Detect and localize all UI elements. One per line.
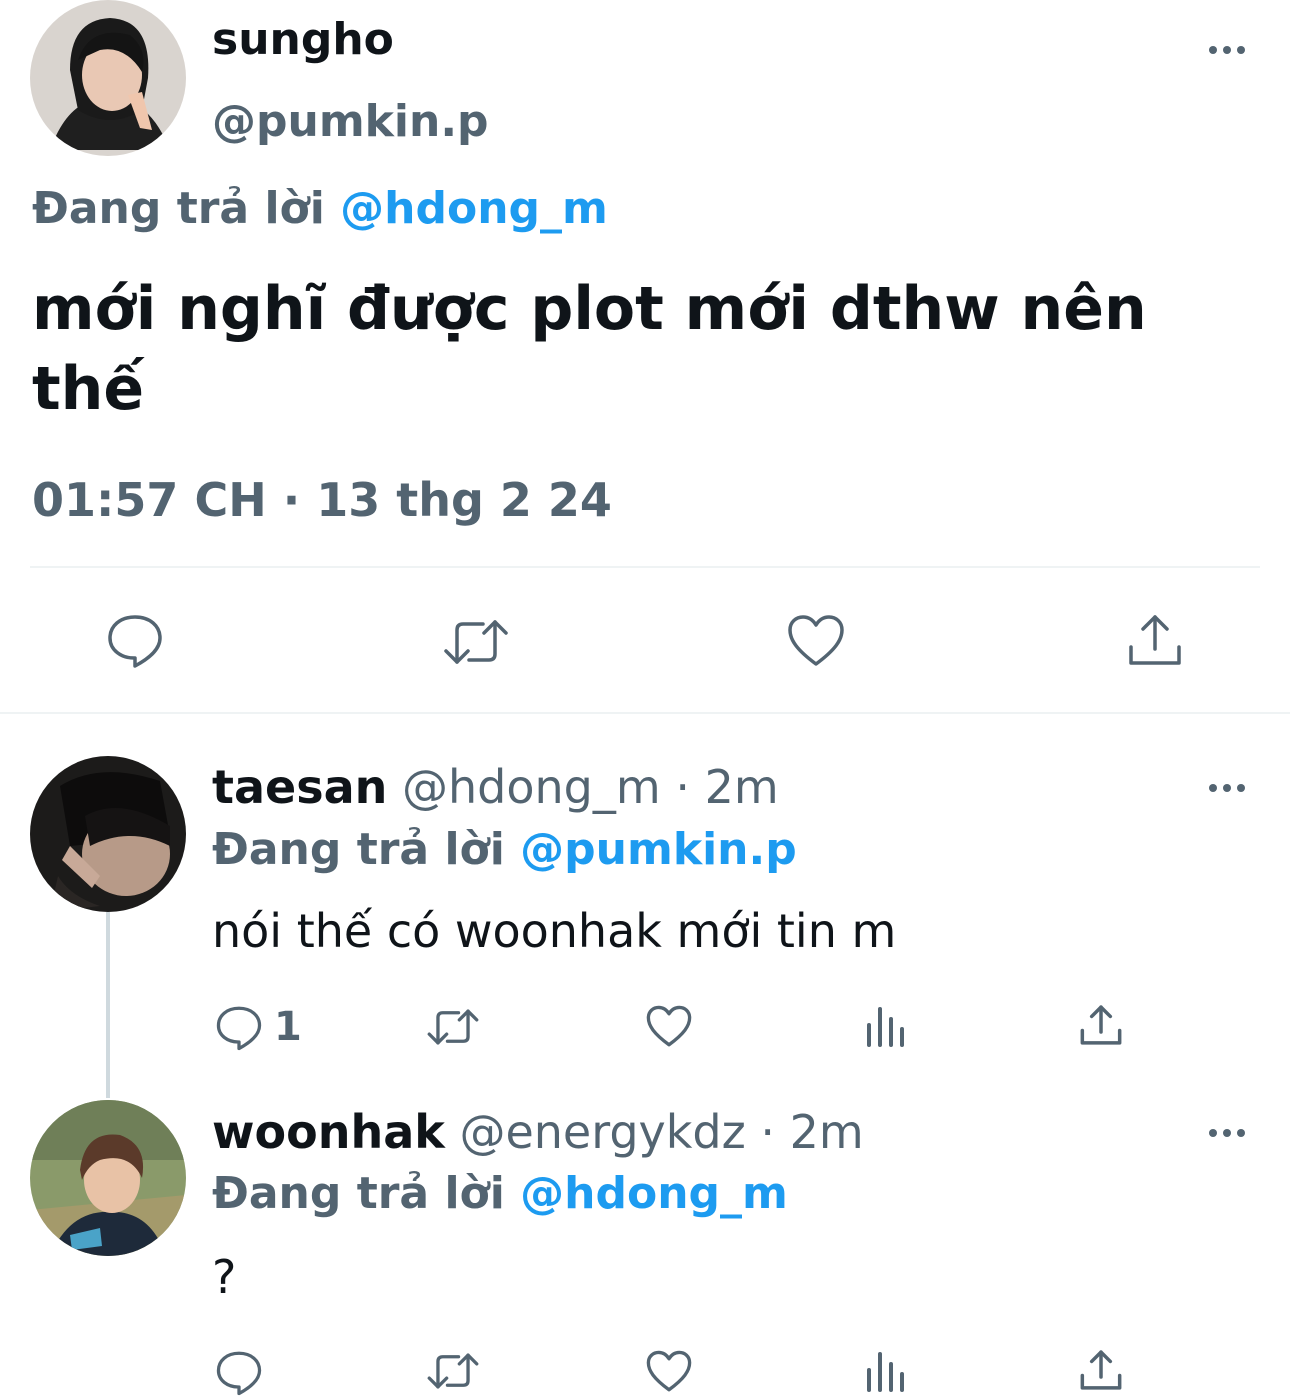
tweet-text-line-2: thế [32, 354, 145, 424]
reply-author-name[interactable]: taesan [212, 760, 387, 814]
share-button[interactable] [1080, 1349, 1122, 1391]
tweet-text-line-1: mới nghĩ được plot mới dthw nên [32, 274, 1147, 344]
thread-connector-line [106, 912, 110, 1098]
share-button[interactable] [1128, 613, 1182, 667]
separator-dot: · [675, 760, 690, 814]
author-handle[interactable]: @pumkin.p [212, 96, 489, 147]
replying-to-mention[interactable]: @hdong_m [340, 183, 608, 234]
heart-outline-icon [646, 1350, 692, 1392]
replying-to: Đang trả lời @pumkin.p [212, 824, 797, 875]
share-button[interactable] [1080, 1004, 1122, 1046]
retweet-button[interactable] [441, 618, 511, 666]
like-button[interactable] [646, 1005, 692, 1048]
avatar-taesan[interactable] [30, 756, 186, 912]
avatar-image [30, 756, 186, 912]
replying-to: Đang trả lời @hdong_m [32, 183, 608, 234]
tweet-timestamp[interactable]: 01:57 CH · 13 thg 2 24 [32, 473, 612, 527]
retweet-button[interactable] [425, 1008, 481, 1046]
reply-text: ? [212, 1250, 237, 1304]
bar-chart-icon [867, 1007, 904, 1047]
views-button[interactable] [866, 1005, 906, 1047]
replying-to-label: Đang trả lời [32, 183, 325, 234]
reply-text: nói thế có woonhak mới tin m [212, 904, 897, 958]
reply-button[interactable] [107, 613, 163, 669]
comment-bubble-icon [216, 1006, 262, 1051]
heart-outline-icon [788, 615, 844, 666]
replying-to-label: Đang trả lời [212, 1168, 505, 1219]
more-horizontal-icon [1209, 46, 1245, 54]
share-upload-icon [1129, 615, 1181, 665]
more-horizontal-icon [1209, 784, 1245, 792]
replying-to-label: Đang trả lời [212, 824, 505, 875]
more-options-button[interactable] [1207, 1123, 1247, 1143]
replying-to-mention[interactable]: @hdong_m [520, 1168, 788, 1219]
replying-to-mention[interactable]: @pumkin.p [520, 824, 797, 875]
reply-time[interactable]: 2m [705, 760, 779, 814]
like-button[interactable] [787, 614, 845, 668]
like-button[interactable] [646, 1350, 692, 1393]
avatar-image [30, 0, 186, 156]
reply-button[interactable] [216, 1005, 262, 1051]
reply-time[interactable]: 2m [790, 1105, 864, 1159]
avatar-woonhak[interactable] [30, 1100, 186, 1256]
more-horizontal-icon [1209, 1129, 1245, 1137]
reply-count: 1 [274, 1004, 302, 1050]
reply-author-name[interactable]: woonhak [212, 1105, 445, 1159]
reply-header: taesan @hdong_m · 2m [212, 760, 779, 814]
retweet-arrows-icon [427, 1353, 479, 1389]
avatar-sungho[interactable] [30, 0, 186, 156]
avatar-image [30, 1100, 186, 1256]
replying-to: Đang trả lời @hdong_m [212, 1168, 788, 1219]
reply-author-handle[interactable]: @energykdz [459, 1105, 745, 1159]
divider [0, 712, 1290, 714]
bar-chart-icon [867, 1352, 904, 1392]
separator-dot: · [760, 1105, 775, 1159]
comment-bubble-icon [216, 1351, 262, 1396]
views-button[interactable] [866, 1350, 906, 1392]
divider [30, 566, 1260, 568]
author-name[interactable]: sungho [212, 14, 394, 65]
retweet-button[interactable] [425, 1352, 481, 1390]
reply-button[interactable] [216, 1350, 262, 1396]
share-upload-icon [1080, 1005, 1122, 1045]
reply-author-handle[interactable]: @hdong_m [402, 760, 661, 814]
more-options-button[interactable] [1207, 40, 1247, 60]
comment-bubble-icon [108, 615, 162, 668]
reply-header: woonhak @energykdz · 2m [212, 1105, 864, 1159]
retweet-arrows-icon [444, 620, 508, 664]
share-upload-icon [1080, 1350, 1122, 1390]
retweet-arrows-icon [427, 1009, 479, 1045]
heart-outline-icon [646, 1005, 692, 1047]
more-options-button[interactable] [1207, 778, 1247, 798]
